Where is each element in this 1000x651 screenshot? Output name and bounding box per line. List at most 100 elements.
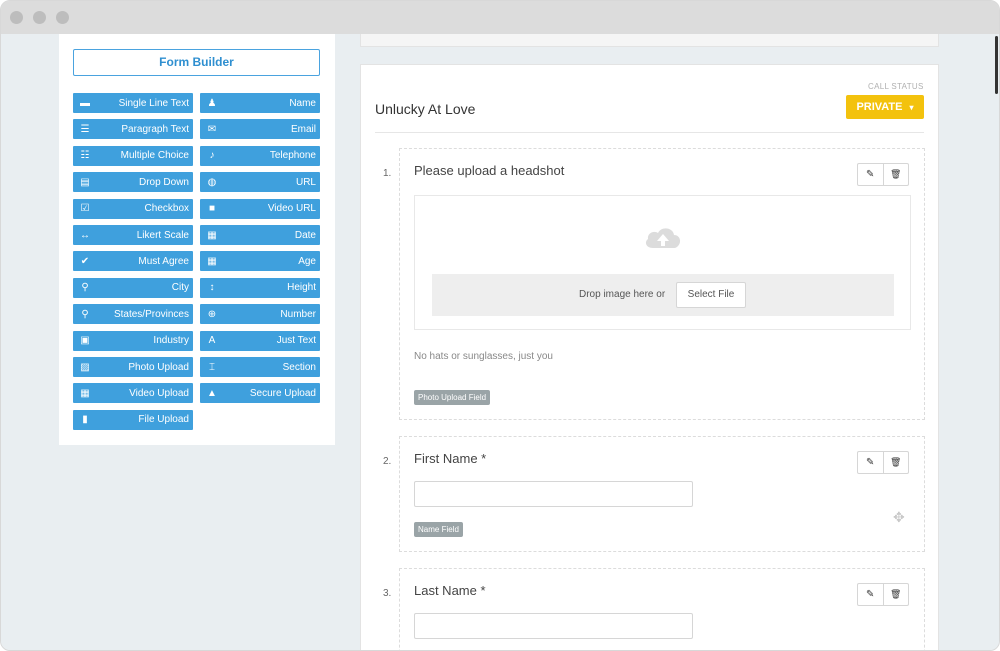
text-height-icon: ⌶	[209, 361, 215, 373]
field-type-label: Photo Upload	[128, 361, 189, 373]
field-type-label: Section	[282, 361, 316, 373]
field-type-label: City	[171, 282, 189, 294]
field-type-label: Number	[280, 308, 316, 320]
trash-icon[interactable]: 🗑	[882, 164, 909, 185]
field-type-button[interactable]: ▦ Video Upload	[73, 383, 193, 404]
trash-icon[interactable]: 🗑	[882, 584, 909, 605]
field-type-label: Video URL	[267, 203, 316, 215]
question-title: Please upload a headshot	[414, 163, 565, 178]
field-type-label: Name	[289, 97, 316, 109]
edit-icon[interactable]: ✎	[858, 164, 883, 185]
window-titlebar	[1, 1, 999, 34]
window-zoom-control[interactable]	[56, 11, 69, 24]
image-upload-zone[interactable]: Drop image here or Select File	[414, 195, 911, 330]
question-toolbar: ✎ 🗑	[857, 163, 909, 186]
calendar-icon: ▦	[207, 255, 217, 267]
field-type-button[interactable]: ☑ Checkbox	[73, 198, 193, 219]
field-type-label: Video Upload	[129, 387, 189, 399]
trash-icon[interactable]: 🗑	[882, 452, 909, 473]
font-icon: A	[208, 335, 216, 347]
field-type-label: Date	[294, 229, 316, 241]
form-builder-panel: Form Builder ▬ Single Line Text ☰ Paragraph…	[59, 34, 335, 445]
field-type-label: Drop Down	[138, 176, 189, 188]
drop-image-bar[interactable]: Drop image here or Select File	[432, 274, 894, 316]
question-block-first-name[interactable]: First Name * ✎ 🗑 Name Field ✥	[399, 436, 925, 552]
field-type-label: Likert Scale	[136, 229, 189, 241]
picture-icon: ▨	[80, 361, 90, 373]
edit-icon[interactable]: ✎	[858, 584, 883, 605]
field-type-badge: Name Field	[414, 522, 463, 537]
arrows-horizontal-icon: ↔	[80, 229, 90, 241]
globe-icon: ◍	[207, 176, 217, 188]
field-type-button[interactable]: ▨ Photo Upload	[73, 357, 193, 377]
field-type-label: Paragraph Text	[121, 123, 189, 135]
field-type-button[interactable]: ▬ Single Line Text	[73, 93, 193, 113]
question-block-last-name[interactable]: Last Name * ✎ 🗑	[399, 568, 925, 650]
dropdown-icon: ▤	[80, 176, 90, 188]
field-type-button[interactable]: ⚲ City	[73, 277, 193, 298]
page-content: Form Builder ▬ Single Line Text ☰ Paragraph…	[1, 34, 999, 650]
check-icon: ✔	[80, 255, 90, 267]
field-type-button[interactable]: ▲ Secure Upload	[200, 383, 320, 404]
field-type-label: Height	[287, 282, 316, 294]
field-type-button[interactable]: ↔ Likert Scale	[73, 225, 193, 245]
field-type-button[interactable]: ✔ Must Agree	[73, 251, 193, 272]
field-type-label: Multiple Choice	[120, 150, 189, 162]
title-divider	[375, 132, 924, 133]
vertical-scrollbar[interactable]	[995, 36, 998, 94]
field-type-button[interactable]: ▦ Age	[200, 251, 320, 272]
list-icon: ☷	[80, 150, 90, 162]
field-type-button[interactable]: A Just Text	[200, 330, 320, 351]
question-title: First Name *	[414, 451, 487, 466]
circle-plus-icon: ⊕	[207, 308, 217, 320]
vertical-arrows-icon: ↕	[209, 282, 215, 294]
field-type-button[interactable]: ♟ Name	[200, 93, 320, 113]
window-minimize-control[interactable]	[33, 11, 46, 24]
edit-icon[interactable]: ✎	[858, 452, 883, 473]
first-name-input[interactable]	[414, 481, 693, 507]
question-toolbar: ✎ 🗑	[857, 451, 909, 474]
move-icon[interactable]: ✥	[893, 509, 905, 526]
window-close-control[interactable]	[10, 11, 23, 24]
status-dropdown-button[interactable]: PRIVATE ▾	[846, 95, 924, 119]
calendar-icon: ▦	[207, 229, 217, 241]
map-marker-icon: ⚲	[81, 308, 89, 320]
status-button-label: PRIVATE	[856, 101, 903, 113]
question-help-text: No hats or sunglasses, just you	[414, 351, 553, 362]
field-type-button[interactable]: ✉ Email	[200, 119, 320, 140]
field-type-button[interactable]: ▮ File Upload	[73, 409, 193, 430]
form-card: CALL STATUS PRIVATE ▾ Unlucky At Love 1.…	[360, 64, 939, 650]
field-type-badge: Photo Upload Field	[414, 390, 491, 405]
last-name-input[interactable]	[414, 613, 693, 639]
field-type-button[interactable]: ▤ Drop Down	[73, 172, 193, 193]
previous-card-edge	[360, 34, 939, 47]
field-type-button[interactable]: ▣ Industry	[73, 330, 193, 351]
file-icon: ▮	[82, 414, 88, 426]
form-builder-button[interactable]: Form Builder	[73, 49, 320, 76]
field-type-button[interactable]: ☷ Multiple Choice	[73, 145, 193, 166]
app-window: Form Builder ▬ Single Line Text ☰ Paragraph…	[0, 0, 1000, 651]
lock-icon: ▲	[207, 387, 217, 399]
field-type-button[interactable]: ▦ Date	[200, 225, 320, 245]
select-file-button[interactable]: Select File	[676, 282, 746, 308]
field-type-button[interactable]: ■ Video URL	[200, 198, 320, 219]
checkbox-icon: ☑	[80, 203, 90, 215]
field-type-button[interactable]: ⊕ Number	[200, 304, 320, 325]
field-type-label: States/Provinces	[113, 308, 189, 320]
field-type-button[interactable]: ↕ Height	[200, 277, 320, 298]
field-type-button[interactable]: ⌶ Section	[200, 357, 320, 377]
field-type-button[interactable]: ⚲ States/Provinces	[73, 304, 193, 325]
briefcase-icon: ▣	[80, 335, 90, 347]
video-camera-icon: ■	[208, 203, 216, 215]
form-title: Unlucky At Love	[375, 101, 476, 117]
field-type-button[interactable]: ☰ Paragraph Text	[73, 119, 193, 140]
field-type-label: Single Line Text	[118, 97, 189, 109]
field-type-button[interactable]: ◍ URL	[200, 172, 320, 193]
question-block-headshot[interactable]: Please upload a headshot ✎ 🗑 Drop image …	[399, 148, 925, 420]
map-marker-icon: ⚲	[81, 282, 89, 294]
dash-icon: ▬	[80, 97, 90, 109]
field-type-label: Age	[298, 255, 316, 267]
user-icon: ♟	[207, 97, 217, 109]
field-type-button[interactable]: ♪ Telephone	[200, 145, 320, 166]
bell-icon: ♪	[209, 150, 215, 162]
